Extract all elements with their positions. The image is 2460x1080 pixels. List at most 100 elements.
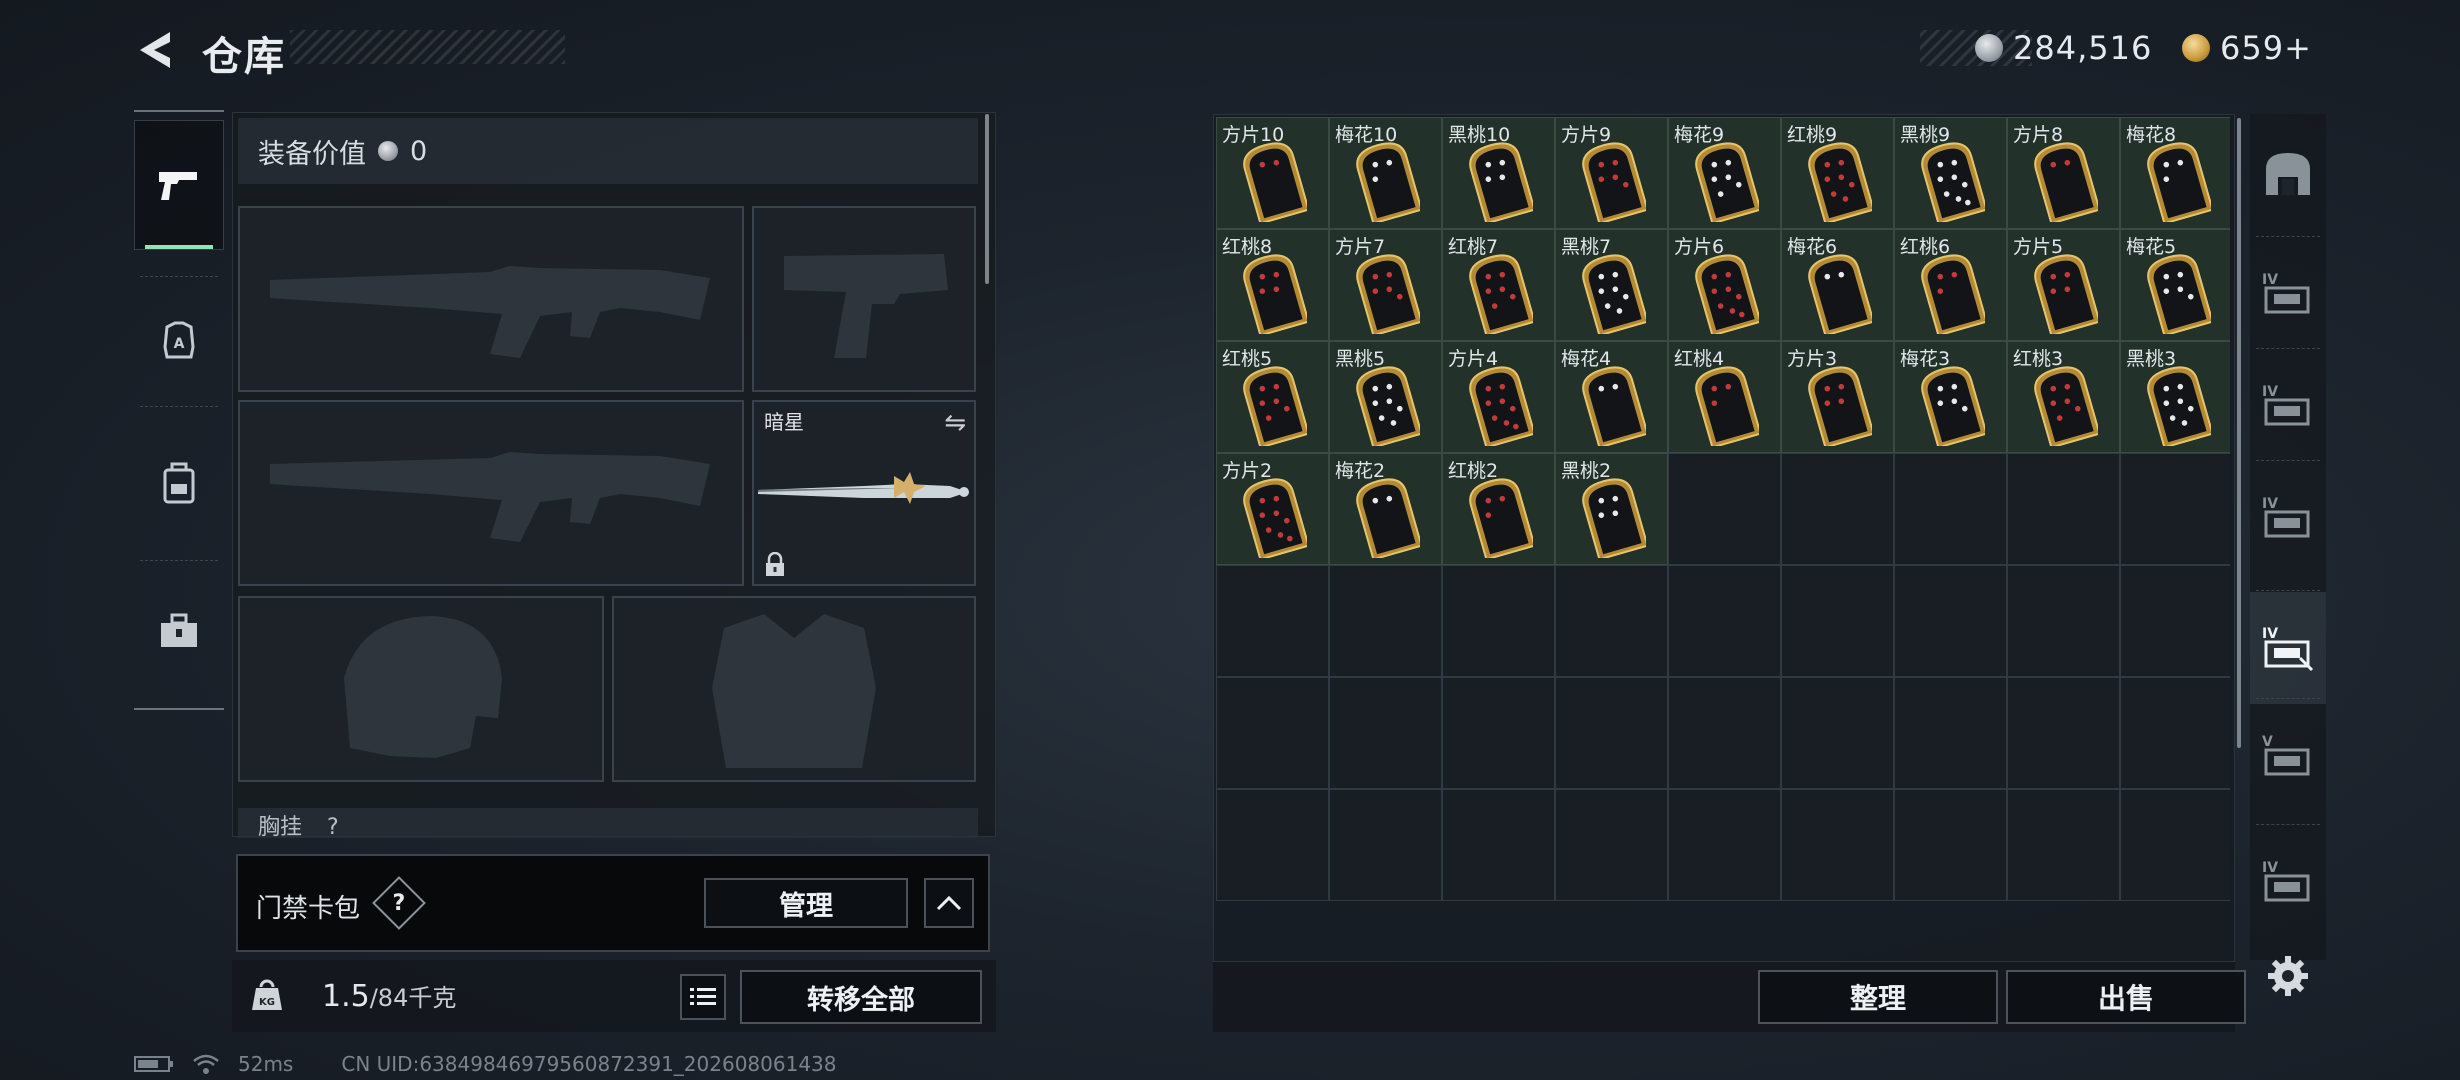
- empty-storage-cell[interactable]: [1555, 789, 1668, 901]
- sidebar-item-backpack[interactable]: [134, 418, 224, 548]
- item-name: 红桃3: [2013, 348, 2064, 370]
- storage-item-card[interactable]: 红桃6: [1894, 229, 2007, 341]
- equipment-scrollbar[interactable]: [985, 114, 989, 284]
- empty-storage-cell[interactable]: [1668, 677, 1781, 789]
- storage-item-card[interactable]: 红桃8: [1216, 229, 1329, 341]
- storage-item-card[interactable]: 方片8: [2007, 117, 2120, 229]
- manage-button[interactable]: 管理: [704, 878, 908, 928]
- empty-storage-cell[interactable]: [1555, 565, 1668, 677]
- storage-item-card[interactable]: 方片3: [1781, 341, 1894, 453]
- empty-storage-cell[interactable]: [1894, 453, 2007, 565]
- empty-storage-cell[interactable]: [1668, 565, 1781, 677]
- empty-storage-cell[interactable]: [2120, 453, 2230, 565]
- empty-storage-cell[interactable]: [1216, 789, 1329, 901]
- storage-item-card[interactable]: 红桃3: [2007, 341, 2120, 453]
- storage-item-card[interactable]: 梅花10: [1329, 117, 1442, 229]
- empty-storage-cell[interactable]: [1894, 789, 2007, 901]
- empty-storage-cell[interactable]: [1216, 565, 1329, 677]
- storage-item-card[interactable]: 方片9: [1555, 117, 1668, 229]
- storage-tab-2[interactable]: IV: [2250, 238, 2326, 350]
- primary-weapon-slot[interactable]: [238, 206, 744, 392]
- level-iv-ammo-case-icon: IV: [2262, 384, 2310, 426]
- empty-storage-cell[interactable]: [1329, 565, 1442, 677]
- empty-storage-cell[interactable]: [1555, 677, 1668, 789]
- back-button[interactable]: [130, 26, 178, 74]
- empty-storage-cell[interactable]: [1216, 677, 1329, 789]
- storage-item-card[interactable]: 红桃4: [1668, 341, 1781, 453]
- storage-item-card[interactable]: 红桃7: [1442, 229, 1555, 341]
- sidebar-item-weapons[interactable]: [134, 120, 224, 250]
- storage-item-card[interactable]: 梅花4: [1555, 341, 1668, 453]
- empty-storage-cell[interactable]: [1668, 453, 1781, 565]
- sell-button[interactable]: 出售: [2006, 970, 2246, 1024]
- empty-storage-cell[interactable]: [1329, 789, 1442, 901]
- empty-storage-cell[interactable]: [1781, 677, 1894, 789]
- empty-storage-cell[interactable]: [1329, 677, 1442, 789]
- item-name: 红桃9: [1787, 124, 1838, 146]
- storage-item-card[interactable]: 方片2: [1216, 453, 1329, 565]
- storage-item-card[interactable]: 黑桃10: [1442, 117, 1555, 229]
- empty-storage-cell[interactable]: [2007, 453, 2120, 565]
- storage-item-card[interactable]: 方片6: [1668, 229, 1781, 341]
- storage-tab-1[interactable]: [2250, 118, 2326, 228]
- storage-tab-5[interactable]: IV: [2250, 592, 2326, 704]
- storage-item-card[interactable]: 红桃2: [1442, 453, 1555, 565]
- storage-tab-4[interactable]: IV: [2250, 462, 2326, 574]
- transfer-all-button[interactable]: 转移全部: [740, 970, 982, 1024]
- storage-tab-7[interactable]: IV: [2250, 826, 2326, 938]
- body-armor-slot[interactable]: [612, 596, 976, 782]
- storage-item-card[interactable]: 黑桃3: [2120, 341, 2230, 453]
- item-name: 梅花10: [1335, 124, 1398, 146]
- storage-item-card[interactable]: 红桃5: [1216, 341, 1329, 453]
- melee-slot[interactable]: 暗星 ⇋: [752, 400, 976, 586]
- empty-storage-cell[interactable]: [1668, 789, 1781, 901]
- storage-item-card[interactable]: 方片4: [1442, 341, 1555, 453]
- equipment-value-label: 装备价值: [258, 138, 366, 170]
- sort-button[interactable]: 整理: [1758, 970, 1998, 1024]
- collapse-button[interactable]: [924, 878, 974, 928]
- storage-item-card[interactable]: 黑桃9: [1894, 117, 2007, 229]
- empty-storage-cell[interactable]: [2120, 565, 2230, 677]
- empty-storage-cell[interactable]: [1894, 677, 2007, 789]
- storage-item-card[interactable]: 梅花3: [1894, 341, 2007, 453]
- settings-button[interactable]: [2264, 952, 2312, 1000]
- empty-storage-cell[interactable]: [2007, 677, 2120, 789]
- storage-item-card[interactable]: 黑桃5: [1329, 341, 1442, 453]
- storage-item-card[interactable]: 黑桃7: [1555, 229, 1668, 341]
- storage-tab-3[interactable]: IV: [2250, 350, 2326, 462]
- storage-item-card[interactable]: 黑桃2: [1555, 453, 1668, 565]
- empty-storage-cell[interactable]: [2120, 789, 2230, 901]
- empty-storage-cell[interactable]: [1781, 565, 1894, 677]
- storage-scrollbar[interactable]: [2237, 118, 2241, 748]
- empty-storage-cell[interactable]: [2007, 789, 2120, 901]
- empty-storage-cell[interactable]: [1442, 789, 1555, 901]
- empty-storage-cell[interactable]: [1781, 453, 1894, 565]
- storage-item-card[interactable]: 红桃9: [1781, 117, 1894, 229]
- storage-item-card[interactable]: 梅花8: [2120, 117, 2230, 229]
- storage-item-card[interactable]: 方片10: [1216, 117, 1329, 229]
- sidebar-item-armor[interactable]: A: [134, 276, 224, 406]
- empty-storage-cell[interactable]: [1442, 677, 1555, 789]
- empty-storage-cell[interactable]: [1442, 565, 1555, 677]
- storage-tab-6[interactable]: V: [2250, 700, 2326, 812]
- empty-storage-cell[interactable]: [1781, 789, 1894, 901]
- storage-item-card[interactable]: 梅花5: [2120, 229, 2230, 341]
- swap-icon[interactable]: ⇋: [944, 408, 966, 438]
- secondary-weapon-slot[interactable]: [752, 206, 976, 392]
- chest-help[interactable]: ?: [327, 815, 339, 838]
- sidebar-item-supplies[interactable]: [134, 566, 224, 696]
- helmet-slot[interactable]: [238, 596, 604, 782]
- gold-currency[interactable]: 659+: [2182, 29, 2312, 67]
- backup-weapon-slot[interactable]: [238, 400, 744, 586]
- storage-item-card[interactable]: 梅花2: [1329, 453, 1442, 565]
- page-title: 仓库: [202, 34, 286, 80]
- empty-storage-cell[interactable]: [2007, 565, 2120, 677]
- empty-storage-cell[interactable]: [2120, 677, 2230, 789]
- storage-item-card[interactable]: 梅花9: [1668, 117, 1781, 229]
- storage-item-card[interactable]: 方片7: [1329, 229, 1442, 341]
- storage-item-card[interactable]: 梅花6: [1781, 229, 1894, 341]
- list-view-button[interactable]: [680, 974, 726, 1020]
- storage-item-card[interactable]: 方片5: [2007, 229, 2120, 341]
- keycard-icon: [1582, 366, 1646, 446]
- empty-storage-cell[interactable]: [1894, 565, 2007, 677]
